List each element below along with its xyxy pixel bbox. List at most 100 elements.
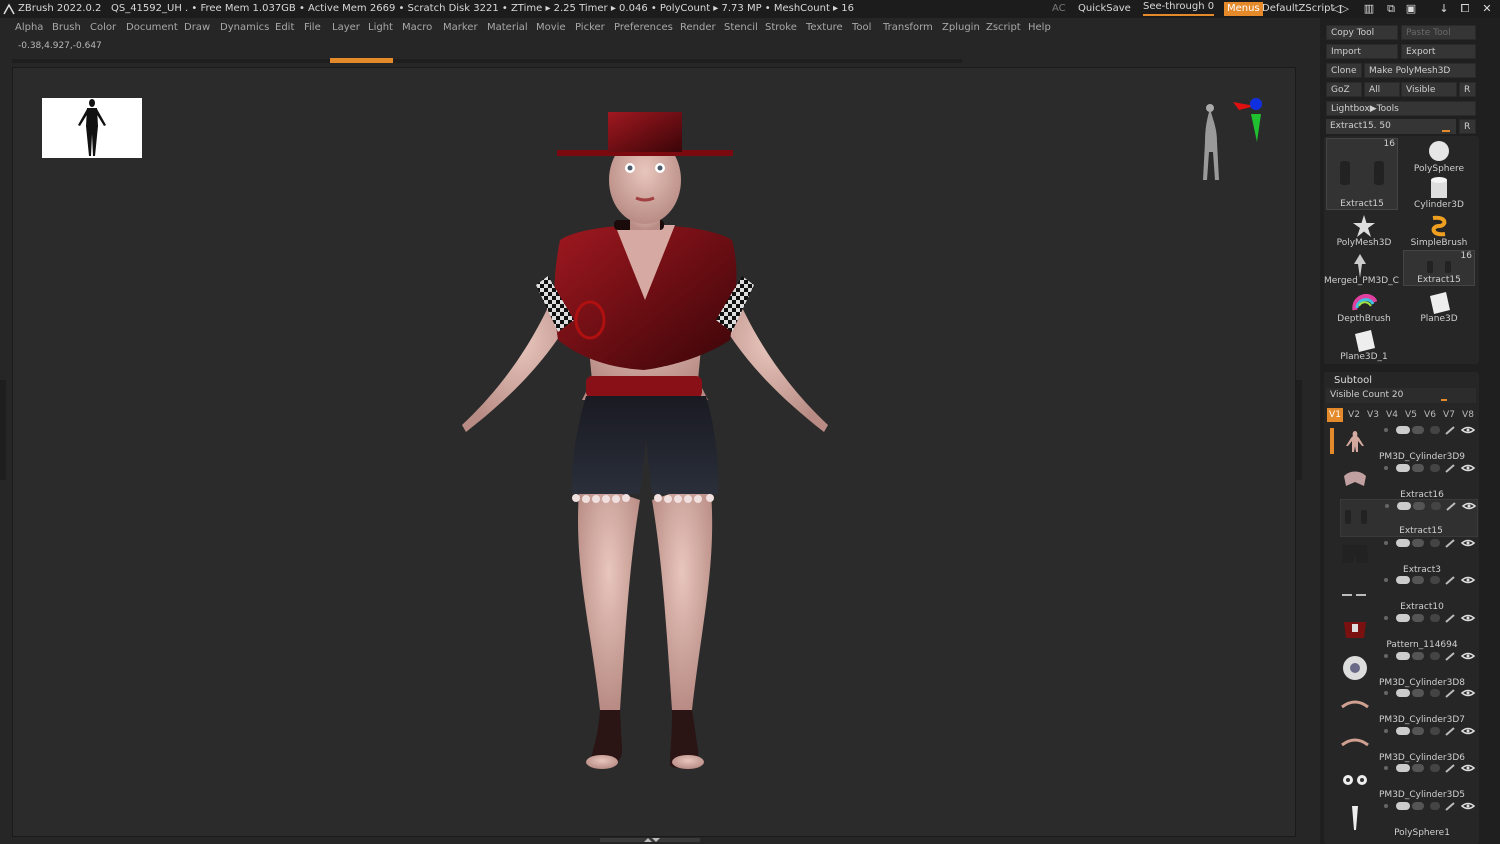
subtool-row[interactable]: Extract15 (1340, 499, 1479, 538)
menu-document[interactable]: Document (126, 22, 178, 33)
export-button[interactable]: Export (1401, 44, 1476, 59)
subtool-controls[interactable] (1382, 802, 1478, 812)
goz-r-button[interactable]: R (1459, 82, 1476, 97)
subtool-controls[interactable] (1382, 689, 1478, 699)
goz-all-button[interactable]: All (1364, 82, 1400, 97)
lightbox-tools-button[interactable]: Lightbox▶Tools (1326, 101, 1476, 116)
goz-button[interactable]: GoZ (1326, 82, 1362, 97)
subtool-controls[interactable] (1382, 726, 1478, 737)
character-model[interactable] (440, 100, 850, 780)
subtool-row[interactable]: PM3D_Cylinder3D5 (1340, 762, 1478, 800)
subtool-header[interactable]: Subtool (1334, 375, 1372, 386)
subtool-row[interactable]: PM3D_Cylinder3D9 (1340, 424, 1478, 462)
vtab-v4[interactable]: V4 (1384, 408, 1400, 422)
right-tray-handle[interactable] (1296, 380, 1302, 480)
menu-material[interactable]: Material (487, 22, 528, 33)
subtool-row[interactable]: PM3D_Cylinder3D8 (1340, 650, 1478, 688)
subtool-scroll-indicator[interactable] (1330, 428, 1334, 454)
left-tray-handle[interactable] (0, 380, 6, 480)
tool-polysphere[interactable]: PolySphere (1403, 138, 1475, 174)
menu-marker[interactable]: Marker (443, 22, 478, 33)
minimize-icon[interactable]: ↓ (1437, 2, 1451, 16)
tool-simplebrush[interactable]: SimpleBrush (1403, 212, 1475, 248)
tool-extract15-alt[interactable]: 16 Extract15 (1403, 250, 1475, 286)
copy-tool-button[interactable]: Copy Tool (1326, 25, 1398, 40)
vtab-v1[interactable]: V1 (1327, 408, 1343, 422)
orientation-gizmo[interactable] (1195, 92, 1275, 192)
menu-macro[interactable]: Macro (402, 22, 432, 33)
goz-visible-button[interactable]: Visible (1401, 82, 1457, 97)
subtool-controls[interactable] (1382, 651, 1478, 662)
subtool-row[interactable]: PolySphere1 (1340, 800, 1478, 838)
menu-draw[interactable]: Draw (184, 22, 210, 33)
paste-tool-button[interactable]: Paste Tool (1401, 25, 1476, 40)
tool-plane3d-1[interactable]: Plane3D_1 (1328, 326, 1400, 362)
palette-icon[interactable]: ▥ (1362, 2, 1376, 16)
subtool-controls[interactable] (1382, 764, 1478, 774)
menu-tool[interactable]: Tool (852, 22, 871, 33)
tool-extract15[interactable]: 16 Extract15 (1326, 138, 1398, 210)
subtool-row[interactable]: PM3D_Cylinder3D6 (1340, 725, 1478, 763)
vtab-v3[interactable]: V3 (1365, 408, 1381, 422)
menu-help[interactable]: Help (1028, 22, 1051, 33)
make-polymesh3d-button[interactable]: Make PolyMesh3D (1364, 63, 1476, 78)
quicksave-button[interactable]: QuickSave (1078, 0, 1131, 18)
subtool-row[interactable]: Extract3 (1340, 537, 1478, 575)
vtab-v2[interactable]: V2 (1346, 408, 1362, 422)
menu-render[interactable]: Render (680, 22, 716, 33)
subtool-controls[interactable] (1382, 463, 1478, 474)
menu-picker[interactable]: Picker (575, 22, 605, 33)
tool-merged[interactable]: Merged_PM3D_C (1324, 250, 1399, 286)
subtool-row[interactable]: Extract16 (1340, 462, 1478, 500)
menu-preferences[interactable]: Preferences (614, 22, 673, 33)
window-layout-icon[interactable]: ⧉ (1384, 2, 1398, 16)
dock-icon[interactable]: ▣ (1404, 2, 1418, 16)
menu-alpha[interactable]: Alpha (15, 22, 43, 33)
menu-stencil[interactable]: Stencil (724, 22, 758, 33)
menu-brush[interactable]: Brush (52, 22, 81, 33)
subtool-controls[interactable] (1382, 426, 1478, 436)
menu-zplugin[interactable]: Zplugin (942, 22, 980, 33)
menu-file[interactable]: File (304, 22, 321, 33)
menu-edit[interactable]: Edit (275, 22, 294, 33)
subtool-row[interactable]: Extract10 (1340, 574, 1478, 612)
default-zscript-button[interactable]: DefaultZScript (1262, 0, 1334, 18)
subtool-controls[interactable] (1382, 538, 1478, 549)
tool-depthbrush[interactable]: DepthBrush (1328, 288, 1400, 324)
active-tab-indicator[interactable] (330, 58, 393, 63)
clone-button[interactable]: Clone (1326, 63, 1362, 78)
import-button[interactable]: Import (1326, 44, 1398, 59)
menu-layer[interactable]: Layer (332, 22, 360, 33)
tool-slider[interactable]: Extract15. 50 (1326, 119, 1456, 134)
tab-strip[interactable] (12, 59, 962, 63)
subtool-row[interactable]: Pattern_114694 (1340, 612, 1478, 650)
menu-light[interactable]: Light (368, 22, 393, 33)
vtab-v6[interactable]: V6 (1422, 408, 1438, 422)
menus-button[interactable]: Menus (1224, 2, 1263, 16)
visible-count-slider[interactable]: Visible Count 20 (1326, 388, 1476, 403)
vtab-v8[interactable]: V8 (1460, 408, 1476, 422)
menu-movie[interactable]: Movie (536, 22, 566, 33)
close-icon[interactable]: ✕ (1480, 2, 1494, 16)
maximize-icon[interactable]: ⧠ (1458, 2, 1472, 16)
tool-plane3d[interactable]: Plane3D (1403, 288, 1475, 324)
tool-slider-r-button[interactable]: R (1459, 119, 1476, 134)
vtab-v7[interactable]: V7 (1441, 408, 1457, 422)
subtool-controls[interactable] (1382, 576, 1478, 586)
vtab-v5[interactable]: V5 (1403, 408, 1419, 422)
tool-polymesh3d[interactable]: PolyMesh3D (1328, 212, 1400, 248)
menu-color[interactable]: Color (90, 22, 116, 33)
navigation-thumbnail[interactable] (42, 98, 142, 158)
menu-transform[interactable]: Transform (883, 22, 933, 33)
menu-zscript[interactable]: Zscript (986, 22, 1021, 33)
subtool-controls[interactable] (1383, 502, 1479, 512)
menu-stroke[interactable]: Stroke (765, 22, 797, 33)
layout-icon[interactable]: ◁▷ (1332, 2, 1349, 16)
menu-texture[interactable]: Texture (806, 22, 843, 33)
bottom-tray-handle[interactable] (600, 836, 700, 844)
subtool-controls[interactable] (1382, 614, 1478, 624)
menu-dynamics[interactable]: Dynamics (220, 22, 269, 33)
slider-knob[interactable] (1442, 130, 1450, 132)
see-through-slider[interactable]: See-through 0 (1143, 0, 1215, 16)
visible-count-knob[interactable] (1441, 399, 1447, 401)
